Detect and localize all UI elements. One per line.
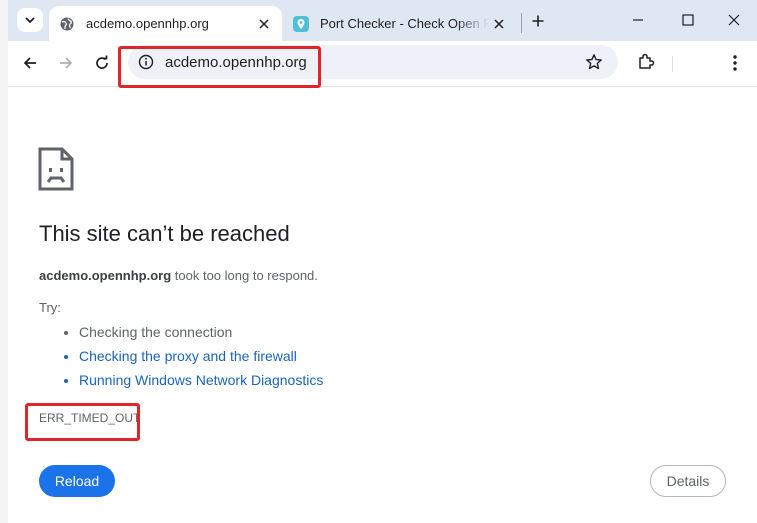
tab-separator	[521, 13, 522, 33]
close-icon	[728, 14, 740, 26]
error-message-text: took too long to respond.	[171, 268, 318, 283]
suggestion-link-diagnostics[interactable]: Running Windows Network Diagnostics	[79, 368, 323, 392]
maximize-icon	[682, 14, 694, 26]
tab-close-icon[interactable]	[254, 14, 274, 34]
star-icon[interactable]	[585, 53, 603, 71]
background-window-edge	[0, 0, 8, 523]
error-host: acdemo.opennhp.org	[39, 268, 172, 283]
error-page: This site can’t be reached acdemo.opennh…	[8, 87, 757, 523]
toolbar-separator	[672, 56, 673, 72]
refresh-icon	[96, 55, 108, 69]
sad-page-icon	[38, 147, 74, 191]
browser-window: acdemo.opennhp.org Port Checker - Check …	[8, 0, 757, 523]
error-message: acdemo.opennhp.org took too long to resp…	[39, 268, 318, 283]
error-code-highlight-box	[25, 403, 140, 441]
tab-strip: acdemo.opennhp.org Port Checker - Check …	[8, 0, 757, 41]
forward-button[interactable]	[54, 51, 78, 75]
tab-active[interactable]: acdemo.opennhp.org	[49, 6, 282, 41]
chevron-down-icon	[25, 17, 35, 24]
extensions-icon[interactable]	[636, 52, 656, 72]
reload-button[interactable]: Reload	[39, 465, 115, 497]
globe-icon	[59, 16, 75, 32]
minimize-button[interactable]	[626, 8, 650, 32]
error-heading: This site can’t be reached	[39, 221, 290, 246]
toolbar: acdemo.opennhp.org	[8, 41, 757, 88]
plus-icon	[532, 15, 544, 27]
tab-search-button[interactable]	[17, 8, 43, 32]
tab-inactive[interactable]: Port Checker - Check Open Ports	[287, 6, 517, 41]
suggestion-list: Checking the connection Checking the pro…	[63, 320, 323, 392]
details-button[interactable]: Details	[650, 465, 726, 497]
location-pin-icon	[293, 15, 309, 32]
tab-close-icon[interactable]	[489, 14, 509, 34]
address-highlight-box	[118, 46, 321, 88]
arrow-left-icon	[23, 57, 36, 69]
maximize-button[interactable]	[676, 8, 700, 32]
new-tab-button[interactable]	[527, 10, 549, 32]
minimize-icon	[633, 19, 643, 21]
close-window-button[interactable]	[722, 8, 746, 32]
try-label: Try:	[39, 300, 61, 315]
tab-title: Port Checker - Check Open Ports	[320, 16, 489, 31]
suggestion-item: Checking the connection	[79, 320, 323, 344]
more-menu-icon[interactable]	[725, 53, 745, 73]
arrow-right-icon	[60, 57, 73, 69]
reload-page-button[interactable]	[90, 51, 114, 75]
back-button[interactable]	[18, 51, 42, 75]
tab-title: acdemo.opennhp.org	[86, 16, 209, 31]
suggestion-link-proxy[interactable]: Checking the proxy and the firewall	[79, 344, 323, 368]
